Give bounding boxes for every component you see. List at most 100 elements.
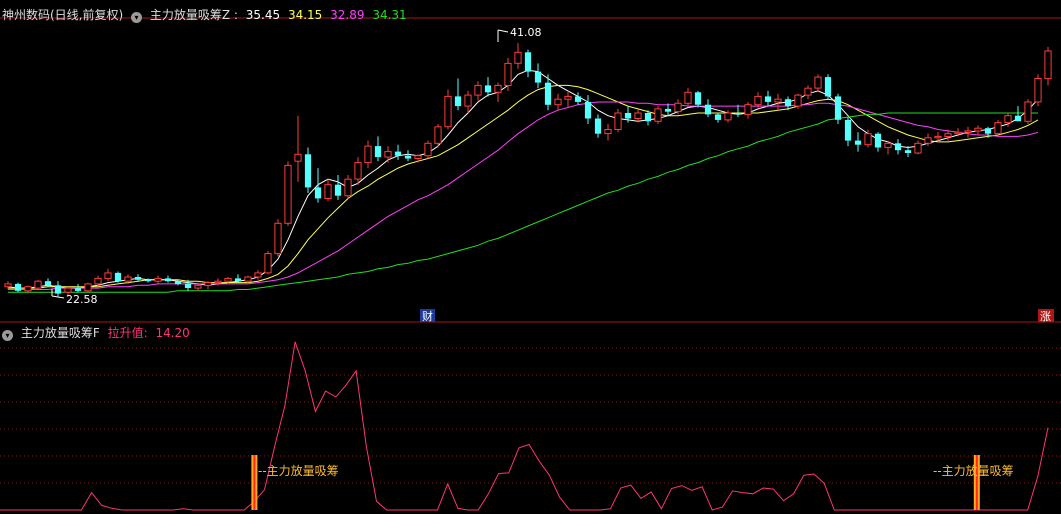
candle	[744, 101, 752, 119]
sub-header: ▾ 主力放量吸筹F 拉升值: 14.20	[2, 324, 194, 342]
candle-body	[494, 84, 502, 93]
candle-body	[274, 222, 282, 255]
candle	[494, 82, 502, 102]
chevron-down-icon[interactable]: ▾	[131, 12, 143, 23]
candle-body	[794, 94, 802, 107]
candle	[524, 49, 532, 78]
candle-body	[254, 272, 262, 278]
candle-body	[634, 112, 642, 119]
candle-body	[424, 142, 432, 157]
candle-body	[194, 284, 202, 289]
stock-name: 神州数码(日线,前复权)	[2, 8, 124, 22]
candle-body	[574, 96, 582, 102]
chevron-down-icon[interactable]: ▾	[2, 330, 13, 341]
candle-body	[164, 278, 172, 282]
candle	[814, 74, 822, 93]
candle-body	[374, 146, 382, 158]
candle	[704, 99, 712, 118]
candle-body	[564, 95, 572, 100]
candle	[564, 90, 572, 108]
candle-body	[674, 102, 682, 113]
candle	[54, 281, 62, 297]
candle	[154, 275, 162, 284]
candle-body	[84, 283, 92, 292]
candle-body	[74, 288, 82, 291]
candle-body	[824, 77, 832, 97]
candle-body	[764, 96, 772, 102]
candle	[304, 147, 312, 193]
candle-body	[554, 98, 562, 106]
candle-body	[664, 108, 672, 112]
candle-body	[924, 137, 932, 144]
candle-body	[244, 276, 252, 282]
candle-body	[174, 281, 182, 284]
zhang-marker[interactable]: 涨	[1038, 309, 1054, 323]
candle-body	[314, 187, 322, 199]
sub-indicator-name: 主力放量吸筹F	[20, 326, 100, 340]
candle	[554, 93, 562, 111]
candle-body	[504, 62, 512, 87]
candle	[334, 175, 342, 200]
cai-label: 财	[422, 309, 433, 323]
sub-label: 拉升值:	[107, 326, 148, 340]
candle	[834, 93, 842, 125]
cai-marker[interactable]: 财	[420, 309, 435, 323]
candle-body	[264, 253, 272, 274]
candle-body	[474, 84, 482, 96]
candle-body	[24, 286, 32, 292]
candle	[14, 282, 22, 293]
candle-body	[124, 276, 132, 282]
candle-body	[854, 140, 862, 145]
candle-body	[614, 112, 622, 130]
candle-body	[974, 127, 982, 132]
candle	[504, 57, 512, 91]
candle	[364, 140, 372, 169]
candle-body	[814, 76, 822, 89]
candle	[664, 103, 672, 116]
candle-body	[844, 119, 852, 141]
candle	[994, 119, 1002, 137]
candle	[204, 281, 212, 290]
candle-body	[1014, 115, 1022, 122]
candle	[454, 78, 462, 111]
candle-body	[404, 155, 412, 159]
candle	[874, 132, 882, 152]
candle-body	[484, 85, 492, 93]
candle	[264, 250, 272, 275]
candle	[694, 90, 702, 108]
sub-value: 14.20	[155, 326, 190, 340]
candle-body	[34, 280, 42, 289]
grid	[0, 17, 1061, 484]
candle	[794, 93, 802, 109]
candle-body	[994, 122, 1002, 135]
candle-body	[1044, 50, 1052, 80]
candle	[324, 179, 332, 202]
candle-body	[744, 104, 752, 115]
candle-body	[714, 114, 722, 120]
candle	[104, 268, 112, 282]
signal-bar-core	[253, 455, 256, 510]
candle	[404, 150, 412, 162]
candle-body	[334, 184, 342, 196]
candle-body	[784, 99, 792, 107]
candle	[614, 108, 622, 133]
candle	[904, 146, 912, 158]
candle	[164, 275, 172, 283]
candle-body	[224, 277, 232, 282]
candle-body	[344, 178, 352, 197]
candle-body	[624, 113, 632, 119]
candle	[394, 144, 402, 160]
candle-body	[724, 112, 732, 121]
candle-body	[644, 113, 652, 122]
candle-body	[1004, 115, 1012, 124]
candle-body	[874, 133, 882, 148]
candle-body	[884, 142, 892, 148]
candle	[594, 114, 602, 138]
candle-body	[4, 283, 12, 288]
value-white: 35.45	[245, 8, 281, 22]
candle	[484, 77, 492, 97]
candle-body	[154, 277, 162, 282]
candle-body	[414, 155, 422, 159]
candle-body	[54, 285, 62, 294]
stock-chart: 41.08 22.58 财 涨 --主力放量吸筹 --主力放量吸筹	[0, 17, 1061, 511]
